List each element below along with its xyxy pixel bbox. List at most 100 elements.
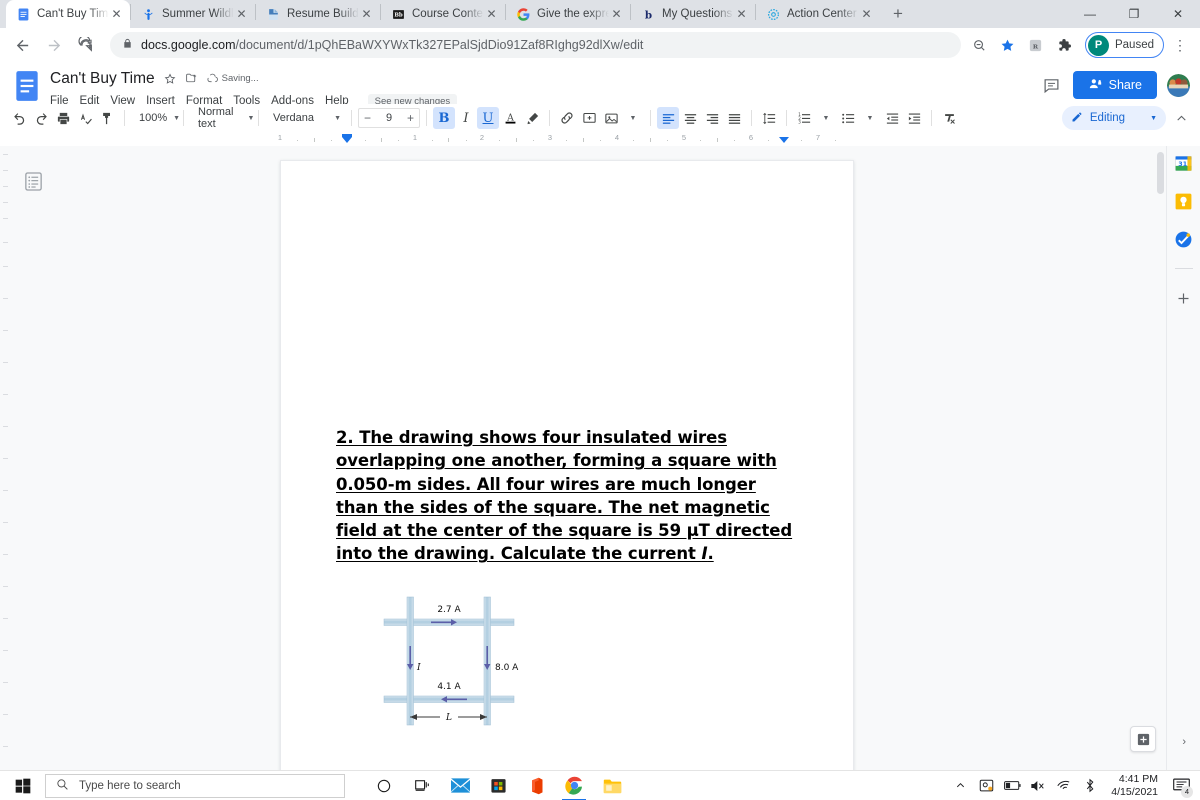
font-family-selector[interactable]: Verdana ▼ xyxy=(265,107,345,129)
close-icon[interactable]: ✕ xyxy=(859,7,874,22)
bulleted-list-icon[interactable] xyxy=(837,107,859,129)
spellcheck-icon[interactable] xyxy=(74,107,96,129)
profile-chip[interactable]: P Paused xyxy=(1084,32,1164,58)
kebab-menu-icon[interactable]: ⋮ xyxy=(1168,32,1192,58)
share-button[interactable]: Share xyxy=(1072,71,1157,99)
align-left-icon[interactable] xyxy=(657,107,679,129)
google-tasks-icon[interactable] xyxy=(1173,228,1195,250)
browser-tab-0[interactable]: Can't Buy Time - G ✕ xyxy=(6,0,130,28)
document-page[interactable]: 2. The drawing shows four insulated wire… xyxy=(280,160,854,770)
decrease-font-size-button[interactable]: − xyxy=(359,111,376,125)
browser-tab-2[interactable]: Resume Builder · R ✕ xyxy=(256,0,380,28)
zoom-selector[interactable]: 100% ▼ xyxy=(131,107,180,129)
align-center-icon[interactable] xyxy=(679,107,701,129)
align-right-icon[interactable] xyxy=(701,107,723,129)
font-size-value[interactable]: 9 xyxy=(376,112,402,124)
chrome-icon[interactable] xyxy=(555,771,593,800)
close-icon[interactable]: ✕ xyxy=(359,7,374,22)
document-outline-icon[interactable] xyxy=(22,170,44,192)
font-size-stepper[interactable]: − 9 + xyxy=(358,108,420,128)
ruler-track[interactable]: 1 1 2 3 4 5 6 7 xyxy=(278,132,1200,146)
editing-mode-selector[interactable]: Editing ▼ xyxy=(1061,106,1166,130)
bluetooth-icon[interactable] xyxy=(1077,771,1103,800)
print-icon[interactable] xyxy=(52,107,74,129)
windows-start-icon[interactable] xyxy=(0,771,45,800)
back-button[interactable] xyxy=(8,31,36,59)
star-icon[interactable] xyxy=(164,72,176,85)
horizontal-ruler[interactable]: 1 1 2 3 4 5 6 7 xyxy=(0,132,1200,146)
show-hidden-icons-chevron[interactable] xyxy=(947,771,973,800)
file-explorer-icon[interactable] xyxy=(593,771,631,800)
redo-icon[interactable] xyxy=(30,107,52,129)
close-icon[interactable]: ✕ xyxy=(484,7,499,22)
increase-font-size-button[interactable]: + xyxy=(402,111,419,125)
decrease-indent-icon[interactable] xyxy=(881,107,903,129)
move-to-folder-icon[interactable] xyxy=(185,72,198,85)
google-docs-logo-icon[interactable] xyxy=(14,70,42,104)
collapse-chevron-icon[interactable] xyxy=(1170,107,1192,129)
close-icon[interactable]: ✕ xyxy=(609,7,624,22)
battery-icon[interactable] xyxy=(999,771,1025,800)
document-canvas[interactable]: 2. The drawing shows four insulated wire… xyxy=(0,146,1200,770)
scrollbar-thumb[interactable] xyxy=(1157,152,1164,194)
paragraph-style-selector[interactable]: Normal text ▼ xyxy=(190,106,254,130)
browser-tab-3[interactable]: Bb Course Content – S ✕ xyxy=(381,0,505,28)
extension-h-icon[interactable]: ʀ xyxy=(1023,32,1049,58)
numbered-list-icon[interactable]: 123 xyxy=(793,107,815,129)
comment-history-icon[interactable] xyxy=(1041,74,1063,96)
bulleted-list-dropdown[interactable]: ▼ xyxy=(859,107,881,129)
expand-sidebar-chevron-icon[interactable]: › xyxy=(1182,736,1186,748)
close-icon[interactable]: ✕ xyxy=(734,7,749,22)
increase-indent-icon[interactable] xyxy=(903,107,925,129)
link-icon[interactable] xyxy=(556,107,578,129)
notifications-icon[interactable]: 4 xyxy=(1166,771,1196,800)
bold-button[interactable]: B xyxy=(433,107,455,129)
browser-tab-6[interactable]: Action Center - Oc ✕ xyxy=(756,0,880,28)
extensions-puzzle-icon[interactable] xyxy=(1051,32,1077,58)
taskbar-clock[interactable]: 4:41 PM 4/15/2021 xyxy=(1103,773,1166,799)
clear-formatting-icon[interactable] xyxy=(938,107,960,129)
maximize-button[interactable]: ❐ xyxy=(1112,0,1156,28)
browser-tab-4[interactable]: Give the expressio ✕ xyxy=(506,0,630,28)
task-view-icon[interactable] xyxy=(403,771,441,800)
forward-button[interactable] xyxy=(40,31,68,59)
user-avatar[interactable] xyxy=(1167,73,1190,97)
address-bar[interactable]: docs.google.com/document/d/1pQhEBaWXYWxT… xyxy=(110,32,961,58)
vertical-scrollbar[interactable] xyxy=(1155,146,1166,770)
wifi-icon[interactable] xyxy=(1051,771,1077,800)
align-justify-icon[interactable] xyxy=(723,107,745,129)
numbered-list-dropdown[interactable]: ▼ xyxy=(815,107,837,129)
browser-tab-1[interactable]: Summer Wildlife In ✕ xyxy=(131,0,255,28)
bookmark-star-icon[interactable] xyxy=(995,32,1021,58)
add-addon-icon[interactable] xyxy=(1173,287,1195,309)
insert-image-icon[interactable] xyxy=(600,107,622,129)
close-icon[interactable]: ✕ xyxy=(109,7,124,22)
office-icon[interactable] xyxy=(517,771,555,800)
browser-tab-5[interactable]: b My Questions | ba ✕ xyxy=(631,0,755,28)
google-calendar-icon[interactable]: 31 xyxy=(1173,152,1195,174)
minimize-button[interactable]: — xyxy=(1068,0,1112,28)
undo-icon[interactable] xyxy=(8,107,30,129)
volume-muted-icon[interactable] xyxy=(1025,771,1051,800)
google-keep-icon[interactable] xyxy=(1173,190,1195,212)
close-icon[interactable]: ✕ xyxy=(234,7,249,22)
paint-format-icon[interactable] xyxy=(96,107,118,129)
four-wires-square-diagram[interactable]: 2.7 A 8.0 A 4.1 A I L xyxy=(374,588,524,738)
document-title[interactable]: Can't Buy Time xyxy=(50,70,155,88)
line-spacing-icon[interactable] xyxy=(758,107,780,129)
text-color-button[interactable]: A xyxy=(499,107,521,129)
add-comment-icon[interactable] xyxy=(578,107,600,129)
taskbar-search-input[interactable]: Type here to search xyxy=(45,773,345,798)
reload-button[interactable] xyxy=(72,31,100,59)
new-tab-button[interactable]: + xyxy=(884,0,912,28)
first-line-indent-marker[interactable] xyxy=(342,137,352,143)
mail-icon[interactable] xyxy=(441,771,479,800)
question-paragraph[interactable]: 2. The drawing shows four insulated wire… xyxy=(336,426,798,566)
microsoft-store-icon[interactable] xyxy=(479,771,517,800)
underline-button[interactable]: U xyxy=(477,107,499,129)
highlight-pen-icon[interactable] xyxy=(521,107,543,129)
onedrive-sync-icon[interactable] xyxy=(973,771,999,800)
right-indent-marker[interactable] xyxy=(779,137,789,143)
italic-button[interactable]: I xyxy=(455,107,477,129)
insert-image-dropdown[interactable]: ▼ xyxy=(622,107,644,129)
